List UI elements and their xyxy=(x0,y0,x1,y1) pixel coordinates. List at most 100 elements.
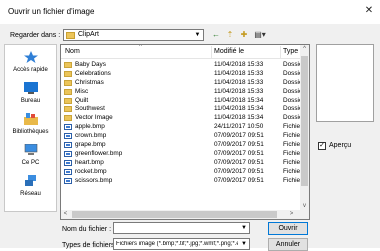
new-folder-icon[interactable]: ✚ xyxy=(238,29,250,41)
place-label: Bibliothèques xyxy=(12,129,49,135)
place-label: Réseau xyxy=(20,191,41,197)
back-arrow-icon[interactable]: ← xyxy=(210,29,222,41)
open-button[interactable]: Ouvrir xyxy=(268,222,308,235)
scroll-up-icon[interactable]: ^ xyxy=(300,45,309,54)
desktop-icon xyxy=(23,82,38,94)
file-name: Celebrations xyxy=(75,69,111,77)
horizontal-scrollbar[interactable]: < > xyxy=(61,210,309,219)
file-modified: 11/04/2018 15:34 xyxy=(214,105,264,113)
image-file-icon xyxy=(64,133,72,140)
file-name: Baby Days xyxy=(75,61,106,68)
file-modified: 11/04/2018 15:34 xyxy=(214,96,264,104)
image-file-icon xyxy=(64,150,72,157)
network-icon xyxy=(24,175,36,186)
vertical-scrollbar[interactable]: ^ v xyxy=(300,45,309,211)
image-file-icon xyxy=(64,177,72,184)
libraries-icon xyxy=(23,113,38,125)
chevron-down-icon[interactable]: ▼ xyxy=(239,223,249,233)
place-this-pc[interactable]: Ce PC xyxy=(5,143,56,166)
file-modified: 24/11/2017 10:50 xyxy=(214,123,264,131)
folder-icon xyxy=(64,88,72,95)
column-separator[interactable] xyxy=(280,46,281,58)
scroll-thumb[interactable] xyxy=(72,211,277,218)
file-name: Vector Image xyxy=(75,114,113,122)
folder-icon xyxy=(64,62,72,68)
file-row[interactable]: grape.bmp 07/09/2017 09:51 Fichier xyxy=(61,141,302,150)
preview-checkbox-label[interactable]: Aperçu xyxy=(329,142,351,149)
computer-icon xyxy=(24,143,37,155)
file-list[interactable]: Nom ^ Modifié le Type Baby Days 11/04/201… xyxy=(60,44,310,220)
file-row[interactable]: apple.bmp 24/11/2017 10:50 Fichier xyxy=(61,123,302,132)
file-row[interactable]: heart.bmp 07/09/2017 09:51 Fichier xyxy=(61,158,302,168)
image-file-icon xyxy=(64,142,72,149)
look-in-label: Regarder dans : xyxy=(10,32,61,39)
file-row[interactable]: Celebrations 11/04/2018 15:33 Dossie xyxy=(61,69,303,79)
place-network[interactable]: Réseau xyxy=(5,175,56,197)
file-row[interactable]: rocket.bmp 07/09/2017 09:51 Fichier xyxy=(61,167,302,177)
place-quick-access[interactable]: Accès rapide xyxy=(5,51,56,73)
folder-icon xyxy=(64,106,72,113)
look-in-value: ClipArt xyxy=(78,31,100,38)
scroll-left-icon[interactable]: < xyxy=(61,210,70,219)
file-row[interactable]: Christmas 11/04/2018 15:33 Dossie xyxy=(61,78,303,88)
preview-pane: ✓ Aperçu xyxy=(316,44,374,220)
filename-input[interactable]: ▼ xyxy=(113,222,250,234)
file-modified: 11/04/2018 15:34 xyxy=(214,114,264,122)
look-in-dropdown[interactable]: ClipArt ▼ xyxy=(63,29,204,41)
file-row[interactable]: Misc 11/04/2018 15:33 Dossie xyxy=(61,87,303,97)
place-libraries[interactable]: Bibliothèques xyxy=(5,113,56,135)
filetype-select[interactable]: Fichiers image (*.bmp;*.tif;*.jpg;*.wmf;… xyxy=(113,238,250,250)
column-name[interactable]: Nom xyxy=(65,48,80,55)
window-title: Ouvrir un fichier d'image xyxy=(8,7,95,16)
filename-label: Nom du fichier : xyxy=(62,226,112,233)
cancel-button[interactable]: Annuler xyxy=(268,238,308,251)
place-label: Bureau xyxy=(20,98,41,104)
scroll-thumb[interactable] xyxy=(301,56,308,186)
column-type[interactable]: Type xyxy=(283,48,298,55)
file-name: crown.bmp xyxy=(75,132,107,140)
column-separator[interactable] xyxy=(211,46,212,58)
place-desktop[interactable]: Bureau xyxy=(5,82,56,104)
folder-icon xyxy=(64,97,72,104)
folder-icon xyxy=(64,79,72,86)
places-bar: Accès rapide Bureau Bibliothèques Ce PC xyxy=(4,44,57,212)
up-folder-icon[interactable]: ⇡ xyxy=(224,29,236,41)
image-file-icon xyxy=(64,159,72,166)
dialog-body: Regarder dans : ClipArt ▼ ← ⇡ ✚ ▤▾ Accès… xyxy=(0,24,380,251)
preview-checkbox[interactable]: ✓ xyxy=(318,142,326,150)
preview-frame xyxy=(316,44,374,122)
file-name: Misc xyxy=(75,87,89,95)
star-icon xyxy=(23,51,38,63)
file-row[interactable]: Quilt 11/04/2018 15:34 Dossie xyxy=(61,96,303,106)
column-modified[interactable]: Modifié le xyxy=(214,48,244,55)
file-row[interactable]: crown.bmp 07/09/2017 09:51 Fichier xyxy=(61,132,302,141)
close-icon[interactable]: ✕ xyxy=(362,4,376,18)
filetype-value: Fichiers image (*.bmp;*.tif;*.jpg;*.wmf;… xyxy=(116,241,238,247)
file-row[interactable]: greenflower.bmp 07/09/2017 09:51 Fichier xyxy=(61,149,302,159)
title-bar: Ouvrir un fichier d'image ✕ xyxy=(0,0,380,24)
file-row[interactable]: Southwest 11/04/2018 15:34 Dossie xyxy=(61,105,303,114)
file-modified: 11/04/2018 15:33 xyxy=(214,87,264,95)
file-modified: 07/09/2017 09:51 xyxy=(214,167,264,175)
folder-icon xyxy=(64,70,72,77)
file-name: Southwest xyxy=(75,105,105,113)
file-modified: 07/09/2017 09:51 xyxy=(214,158,264,166)
file-row[interactable]: scissors.bmp 07/09/2017 09:51 Fichier xyxy=(61,176,302,186)
sort-arrow-icon: ^ xyxy=(139,44,142,50)
view-menu-icon[interactable]: ▤▾ xyxy=(252,29,268,41)
folder-icon xyxy=(64,115,72,122)
image-file-icon xyxy=(64,168,72,175)
file-modified: 07/09/2017 09:51 xyxy=(214,132,264,140)
file-modified: 07/09/2017 09:51 xyxy=(214,141,264,149)
file-name: scissors.bmp xyxy=(75,176,113,184)
file-row[interactable]: Vector Image 11/04/2018 15:34 Dossie xyxy=(61,114,303,123)
place-label: Accès rapide xyxy=(13,67,48,73)
file-row[interactable]: Baby Days 11/04/2018 15:33 Dossie xyxy=(61,61,303,70)
place-label: Ce PC xyxy=(21,160,40,166)
scroll-right-icon[interactable]: > xyxy=(287,210,296,219)
file-modified: 11/04/2018 15:33 xyxy=(214,78,264,86)
chevron-down-icon[interactable]: ▼ xyxy=(192,30,203,40)
file-name: greenflower.bmp xyxy=(75,149,123,157)
file-name: apple.bmp xyxy=(75,123,105,131)
file-name: grape.bmp xyxy=(75,141,106,149)
